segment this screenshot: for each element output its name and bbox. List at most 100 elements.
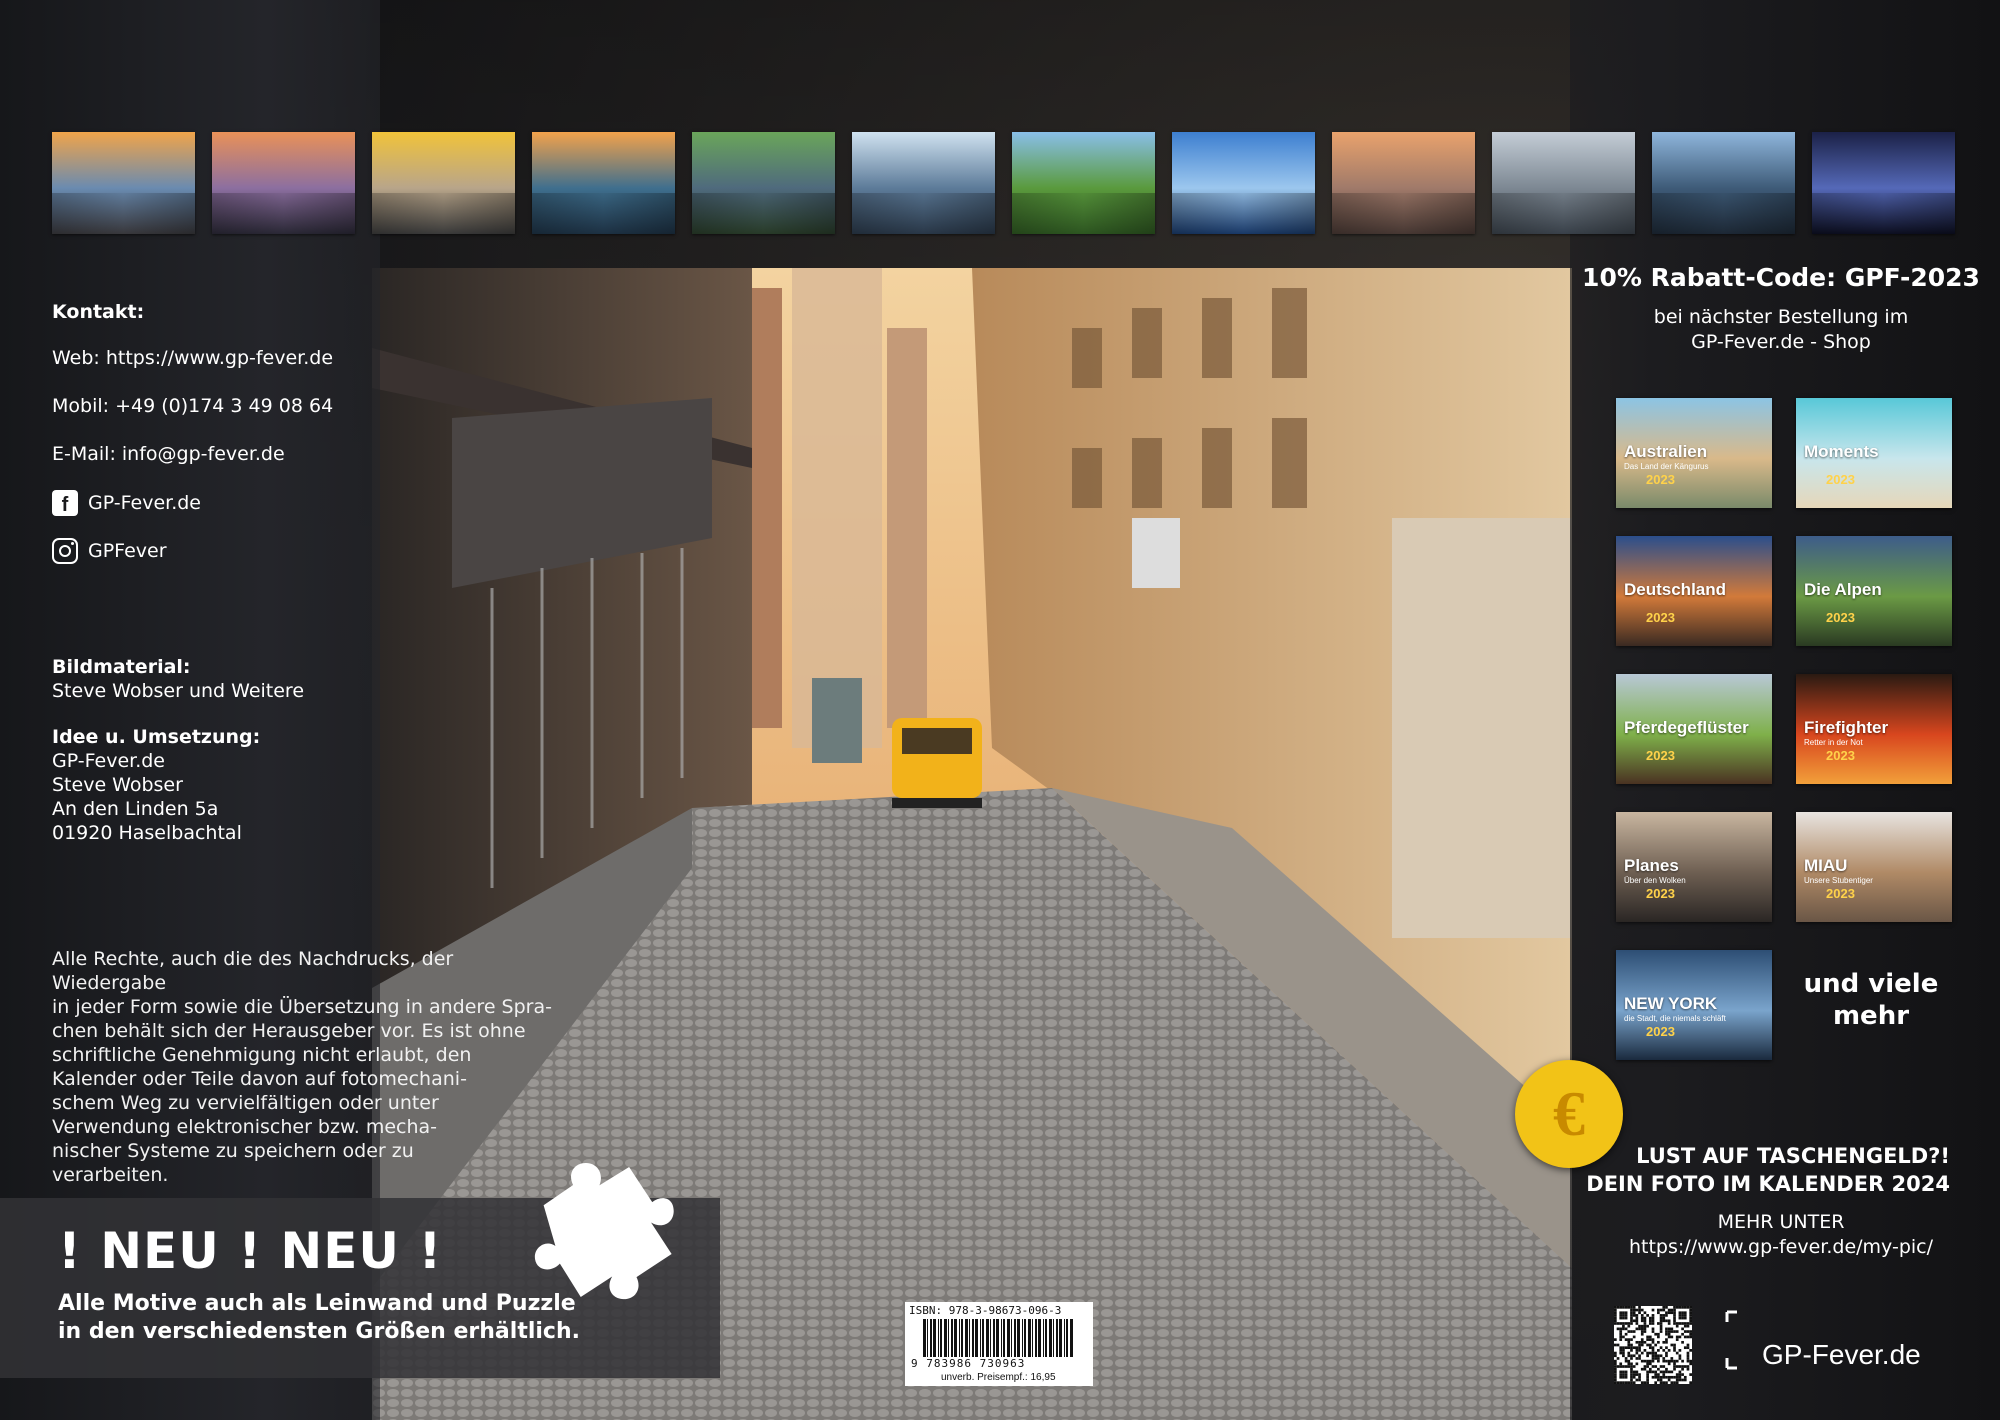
facebook-icon: f xyxy=(52,490,78,516)
rights-line: chen behält sich der Herausgeber vor. Es… xyxy=(52,1020,526,1042)
calendar-year: 2023 xyxy=(1646,748,1675,763)
promo-line-2: DEIN FOTO IM KALENDER 2024 xyxy=(1586,1172,1950,1196)
promo-url[interactable]: https://www.gp-fever.de/my-pic/ xyxy=(1629,1236,1933,1258)
rights-line: nischer Systeme zu speichern oder zu xyxy=(52,1140,414,1162)
thumbnail-midtown-skyline xyxy=(1492,132,1635,234)
address-line: Steve Wobser xyxy=(52,774,183,796)
idee-heading: Idee u. Umsetzung: xyxy=(52,726,261,748)
thumbnail-brooklyn-bridge-sunset xyxy=(52,132,195,234)
more-line-1: und viele xyxy=(1803,969,1939,999)
calendar-title: Pferdegeflüster xyxy=(1624,718,1749,737)
thumbnail-manhattan-aerial xyxy=(532,132,675,234)
calendar-year: 2023 xyxy=(1646,610,1675,625)
calendar-title: Moments xyxy=(1804,442,1879,461)
facebook-label: GP-Fever.de xyxy=(88,492,201,514)
calendar-year: 2023 xyxy=(1646,1024,1675,1039)
brand-logo-text: GP-Fever.de xyxy=(1762,1339,1921,1370)
puzzle-piece-icon xyxy=(535,1162,674,1300)
address-lines: GP-Fever.de Steve Wobser An den Linden 5a 0… xyxy=(52,749,382,845)
calendar-title: Planes xyxy=(1624,856,1679,875)
calendar-title: Die Alpen xyxy=(1804,580,1882,599)
contact-heading: Kontakt: xyxy=(52,301,145,323)
address-line: GP-Fever.de xyxy=(52,750,165,772)
barcode-bars xyxy=(923,1319,1073,1357)
facebook-link[interactable]: f GP-Fever.de xyxy=(52,490,382,516)
copyright-notice: Alle Rechte, auch die des Nachdrucks, de… xyxy=(52,947,572,1187)
instagram-icon xyxy=(52,538,78,564)
rights-line: Alle Rechte, auch die des Nachdrucks, de… xyxy=(52,948,454,994)
discount-line-1: bei nächster Bestellung im xyxy=(1653,306,1909,328)
calendar-year: 2023 xyxy=(1826,472,1855,487)
qr-code-icon[interactable] xyxy=(1614,1306,1692,1384)
calendar-title: Firefighter xyxy=(1804,718,1889,737)
calendar-cover[interactable]: Die Alpen 2023 xyxy=(1796,536,1952,646)
calendar-title: Australien xyxy=(1624,442,1708,461)
isbn-text: ISBN: 978-3-98673-096-3 xyxy=(909,1304,1062,1317)
calendar-cover[interactable]: MIAU Unsere Stubentiger 2023 xyxy=(1796,812,1952,922)
discount-line-2: GP-Fever.de - Shop xyxy=(1691,331,1871,353)
thumbnail-park-trees xyxy=(1012,132,1155,234)
bild-heading: Bildmaterial: xyxy=(52,656,191,678)
bild-text: Steve Wobser und Weitere xyxy=(52,680,305,702)
thumbnail-statue-of-liberty xyxy=(212,132,355,234)
calendar-cover[interactable]: Australien Das Land der Kängurus 2023 xyxy=(1616,398,1772,508)
gp-fever-logo-icon xyxy=(1725,1310,1737,1370)
neu-line-1: Alle Motive auch als Leinwand und Puzzle xyxy=(58,1291,576,1316)
thumbnail-central-park-aerial xyxy=(692,132,835,234)
contact-block: Kontakt: Web: https://www.gp-fever.de Mo… xyxy=(52,300,382,586)
discount-code: 10% Rabatt-Code: GPF-2023 xyxy=(1582,263,1980,292)
promo-heading: LUST AUF TASCHENGELD?! DEIN FOTO IM KALE… xyxy=(1576,1142,1950,1198)
rights-line: schem Weg zu vervielfältigen oder unter xyxy=(52,1092,439,1114)
calendar-title: MIAU xyxy=(1804,856,1848,875)
contact-email[interactable]: E-Mail: info@gp-fever.de xyxy=(52,442,382,466)
thumbnail-one-world-trade xyxy=(1172,132,1315,234)
contact-mobile: Mobil: +49 (0)174 3 49 08 64 xyxy=(52,395,334,417)
calendar-title: Deutschland xyxy=(1624,580,1727,599)
barcode-price: unverb. Preisempf.: 16,95 xyxy=(941,1372,1056,1383)
calendar-cover[interactable]: Planes Über den Wolken 2023 xyxy=(1616,812,1772,922)
neu-title: ! NEU ! NEU ! xyxy=(58,1222,443,1280)
rights-line: verarbeiten. xyxy=(52,1164,169,1186)
calendar-subtitle: Über den Wolken xyxy=(1624,876,1686,885)
neu-line-2: in den verschiedensten Größen erhältlich… xyxy=(58,1319,580,1344)
calendar-subtitle: Retter in der Not xyxy=(1804,738,1863,747)
thumbnail-tribute-in-light xyxy=(1812,132,1955,234)
rights-line: schriftliche Genehmigung nicht erlaubt, … xyxy=(52,1044,472,1066)
promo-line-1: LUST AUF TASCHENGELD?! xyxy=(1636,1144,1950,1168)
calendar-subtitle: Unsere Stubentiger xyxy=(1804,876,1873,885)
calendar-cover[interactable]: Firefighter Retter in der Not 2023 xyxy=(1796,674,1952,784)
thumbnail-hudson-yards xyxy=(1652,132,1795,234)
calendar-cover[interactable]: Pferdegeflüster 2023 xyxy=(1616,674,1772,784)
calendar-year: 2023 xyxy=(1826,748,1855,763)
calendar-title: NEW YORK xyxy=(1624,994,1718,1013)
thumbnail-skyline-waterfront xyxy=(852,132,995,234)
calendar-cover[interactable]: Moments 2023 xyxy=(1796,398,1952,508)
rights-line: in jeder Form sowie die Übersetzung in a… xyxy=(52,996,552,1018)
contact-web[interactable]: Web: https://www.gp-fever.de xyxy=(52,346,382,370)
promo-more: MEHR UNTER https://www.gp-fever.de/my-pi… xyxy=(1576,1210,1986,1260)
thumbnail-brooklyn-bridge-walk xyxy=(1332,132,1475,234)
more-line-2: mehr xyxy=(1832,1001,1910,1031)
rights-line: Kalender oder Teile davon auf fotomechan… xyxy=(52,1068,467,1090)
isbn-barcode: ISBN: 978-3-98673-096-3 9 783986 730963 … xyxy=(905,1302,1093,1386)
rights-line: Verwendung elektronischer bzw. mecha- xyxy=(52,1116,438,1138)
discount-subtext: bei nächster Bestellung im GP-Fever.de -… xyxy=(1576,305,1986,355)
thumbnail-yellow-taxis xyxy=(372,132,515,234)
instagram-label: GPFever xyxy=(88,540,167,562)
instagram-link[interactable]: GPFever xyxy=(52,538,382,564)
calendar-year: 2023 xyxy=(1826,610,1855,625)
calendar-year: 2023 xyxy=(1646,472,1675,487)
calendar-cover[interactable]: Deutschland 2023 xyxy=(1616,536,1772,646)
calendar-year: 2023 xyxy=(1646,886,1675,901)
barcode-digits: 9 783986 730963 xyxy=(911,1357,1026,1370)
calendar-subtitle: die Stadt, die niemals schläft xyxy=(1624,1014,1726,1023)
address-line: 01920 Haselbachtal xyxy=(52,822,242,844)
more-text: und viele mehr xyxy=(1786,968,1956,1032)
credits-block: Bildmaterial: Steve Wobser und Weitere I… xyxy=(52,655,382,845)
calendar-year: 2023 xyxy=(1826,886,1855,901)
calendar-subtitle: Das Land der Kängurus xyxy=(1624,462,1709,471)
calendar-cover[interactable]: NEW YORK die Stadt, die niemals schläft 20… xyxy=(1616,950,1772,1060)
promo-mehr: MEHR UNTER xyxy=(1717,1211,1845,1233)
thumbnail-strip xyxy=(52,132,1955,234)
address-line: An den Linden 5a xyxy=(52,798,219,820)
